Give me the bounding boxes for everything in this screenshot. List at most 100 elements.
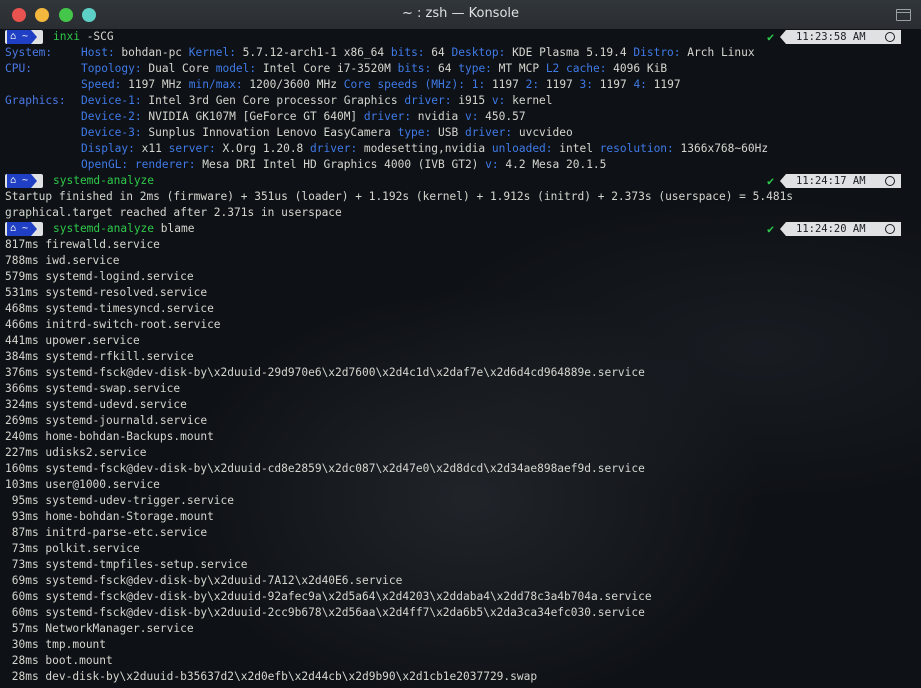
blame-line: 73ms polkit.service bbox=[5, 542, 140, 555]
inxi-value: x11 bbox=[134, 142, 169, 155]
blame-line: 28ms boot.mount bbox=[5, 654, 113, 667]
home-icon: ⌂ ~ bbox=[7, 30, 38, 44]
inxi-value: MT MCP bbox=[491, 62, 546, 75]
inxi-value: intel bbox=[552, 142, 600, 155]
inxi-section-label: Graphics: bbox=[5, 94, 66, 107]
blame-line: 60ms systemd-fsck@dev-disk-by\x2duuid-2c… bbox=[5, 606, 645, 619]
inxi-value: i915 bbox=[451, 94, 492, 107]
inxi-line: CPU: Topology: Dual Core model: Intel Cor… bbox=[5, 61, 667, 77]
prompt-badge: ⌂ ~ bbox=[5, 30, 43, 44]
prompt-line: ⌂ ~ systemd-analyze ✔ 11:24:17 AM bbox=[0, 173, 921, 189]
inxi-value: KDE Plasma 5.19.4 bbox=[505, 46, 634, 59]
terminal-area[interactable]: ⌂ ~ inxi -SCG ✔ 11:23:58 AM System: Host: boh… bbox=[0, 29, 921, 688]
inxi-value: bohdan-pc bbox=[114, 46, 189, 59]
window-title: ~ : zsh — Konsole bbox=[401, 6, 520, 21]
prompt-line: ⌂ ~ inxi -SCG ✔ 11:23:58 AM bbox=[0, 29, 921, 45]
inxi-key: min/max: bbox=[188, 78, 243, 91]
inxi-key: OpenGL: bbox=[81, 158, 129, 171]
inxi-value bbox=[128, 158, 135, 171]
inxi-key: driver: bbox=[363, 110, 412, 123]
inxi-value: Intel 3rd Gen Core processor Graphics bbox=[141, 94, 405, 107]
prompt-badge: ⌂ ~ bbox=[5, 222, 43, 236]
inxi-line: System: Host: bohdan-pc Kernel: 5.7.12-ar… bbox=[5, 45, 755, 61]
command-args: blame bbox=[154, 222, 195, 235]
timestamp: 11:24:17 AM bbox=[780, 174, 901, 188]
blame-line: 579ms systemd-logind.service bbox=[5, 270, 194, 283]
inxi-value: Sunplus Innovation Lenovo EasyCamera bbox=[141, 126, 398, 139]
clock-icon bbox=[885, 32, 895, 42]
inxi-line: Display: x11 server: X.Org 1.20.8 driver… bbox=[5, 141, 768, 157]
inxi-value bbox=[465, 78, 472, 91]
inxi-line: Speed: 1197 MHz min/max: 1200/3600 MHz C… bbox=[5, 77, 681, 93]
inxi-value: Mesa DRI Intel HD Graphics 4000 (IVB GT2… bbox=[195, 158, 486, 171]
timestamp-text: 11:23:58 AM bbox=[796, 31, 866, 43]
blame-line: 384ms systemd-rfkill.service bbox=[5, 350, 194, 363]
inxi-key: bits: bbox=[397, 62, 432, 75]
inxi-value: 1197 bbox=[646, 78, 681, 91]
inxi-key: Device-1: bbox=[81, 94, 142, 107]
inxi-value: USB bbox=[431, 126, 465, 139]
analyze-output-line: graphical.target reached after 2.371s in… bbox=[5, 206, 342, 219]
blame-line: 95ms systemd-udev-trigger.service bbox=[5, 494, 235, 507]
inxi-section-label: System: bbox=[5, 46, 53, 59]
inxi-value: 4096 KiB bbox=[606, 62, 668, 75]
inxi-value: X.Org 1.20.8 bbox=[215, 142, 311, 155]
blame-line: 57ms NetworkManager.service bbox=[5, 622, 194, 635]
prompt-line: ⌂ ~ systemd-analyze blame ✔ 11:24:20 AM bbox=[0, 221, 921, 237]
clock-icon bbox=[885, 176, 895, 186]
blame-line: 60ms systemd-fsck@dev-disk-by\x2duuid-92… bbox=[5, 590, 652, 603]
inxi-key: renderer: bbox=[134, 158, 196, 171]
inxi-value: 1197 bbox=[485, 78, 526, 91]
inxi-line: Device-3: Sunplus Innovation Lenovo Easy… bbox=[5, 125, 573, 141]
inxi-value: 450.57 bbox=[478, 110, 526, 123]
blame-line: 441ms upower.service bbox=[5, 334, 140, 347]
inxi-value: 4.2 Mesa 20.1.5 bbox=[498, 158, 607, 171]
inxi-value: 5.7.12-arch1-1 x86_64 bbox=[235, 46, 391, 59]
command-text: inxi -SCG bbox=[53, 29, 114, 45]
inxi-value: nvidia bbox=[411, 110, 465, 123]
blame-line: 324ms systemd-udevd.service bbox=[5, 398, 187, 411]
inxi-key: v: bbox=[485, 158, 499, 171]
inxi-value: 1197 MHz bbox=[121, 78, 189, 91]
blame-line: 376ms systemd-fsck@dev-disk-by\x2duuid-2… bbox=[5, 366, 645, 379]
blame-line: 817ms firewalld.service bbox=[5, 238, 160, 251]
inxi-key: type: bbox=[397, 126, 432, 139]
title-bar[interactable]: ~ : zsh — Konsole bbox=[0, 0, 921, 30]
blame-line: 269ms systemd-journald.service bbox=[5, 414, 208, 427]
inxi-key: bits: bbox=[390, 46, 425, 59]
blame-line: 531ms systemd-resolved.service bbox=[5, 286, 208, 299]
success-check-icon: ✔ bbox=[767, 222, 775, 236]
inxi-key: 2: bbox=[525, 78, 540, 91]
command-text: systemd-analyze blame bbox=[53, 221, 194, 237]
inxi-value: 1200/3600 MHz bbox=[242, 78, 344, 91]
command-name: inxi bbox=[53, 30, 80, 43]
inxi-value: uvcvideo bbox=[512, 126, 573, 139]
inxi-key: server: bbox=[168, 142, 216, 155]
inxi-key: resolution: bbox=[599, 142, 674, 155]
inxi-section-label: CPU: bbox=[5, 62, 32, 75]
inxi-key: Distro: bbox=[633, 46, 681, 59]
timestamp: 11:24:20 AM bbox=[780, 222, 901, 236]
menu-icon[interactable] bbox=[896, 9, 911, 21]
inxi-key: Kernel: bbox=[188, 46, 236, 59]
inxi-value: Intel Core i7-3520M bbox=[256, 62, 398, 75]
inxi-key: Speed: bbox=[81, 78, 122, 91]
blame-line: 160ms systemd-fsck@dev-disk-by\x2duuid-c… bbox=[5, 462, 645, 475]
inxi-key: Core speeds (MHz): bbox=[343, 78, 465, 91]
inxi-key: model: bbox=[215, 62, 257, 75]
command-name: systemd-analyze bbox=[53, 174, 155, 187]
inxi-value: 64 bbox=[424, 46, 452, 59]
home-icon: ⌂ ~ bbox=[7, 174, 38, 188]
inxi-value: Arch Linux bbox=[680, 46, 755, 59]
inxi-key: unloaded: bbox=[491, 142, 553, 155]
blame-line: 468ms systemd-timesyncd.service bbox=[5, 302, 214, 315]
clock-icon bbox=[885, 224, 895, 234]
inxi-key: 4: bbox=[633, 78, 647, 91]
inxi-key: Device-2: bbox=[81, 110, 142, 123]
timestamp-text: 11:24:20 AM bbox=[796, 223, 866, 235]
blame-line: 69ms systemd-fsck@dev-disk-by\x2duuid-7A… bbox=[5, 574, 403, 587]
inxi-key: Display: bbox=[81, 142, 135, 155]
inxi-key: driver: bbox=[404, 94, 452, 107]
timestamp-text: 11:24:17 AM bbox=[796, 175, 866, 187]
inxi-key: v: bbox=[464, 110, 479, 123]
